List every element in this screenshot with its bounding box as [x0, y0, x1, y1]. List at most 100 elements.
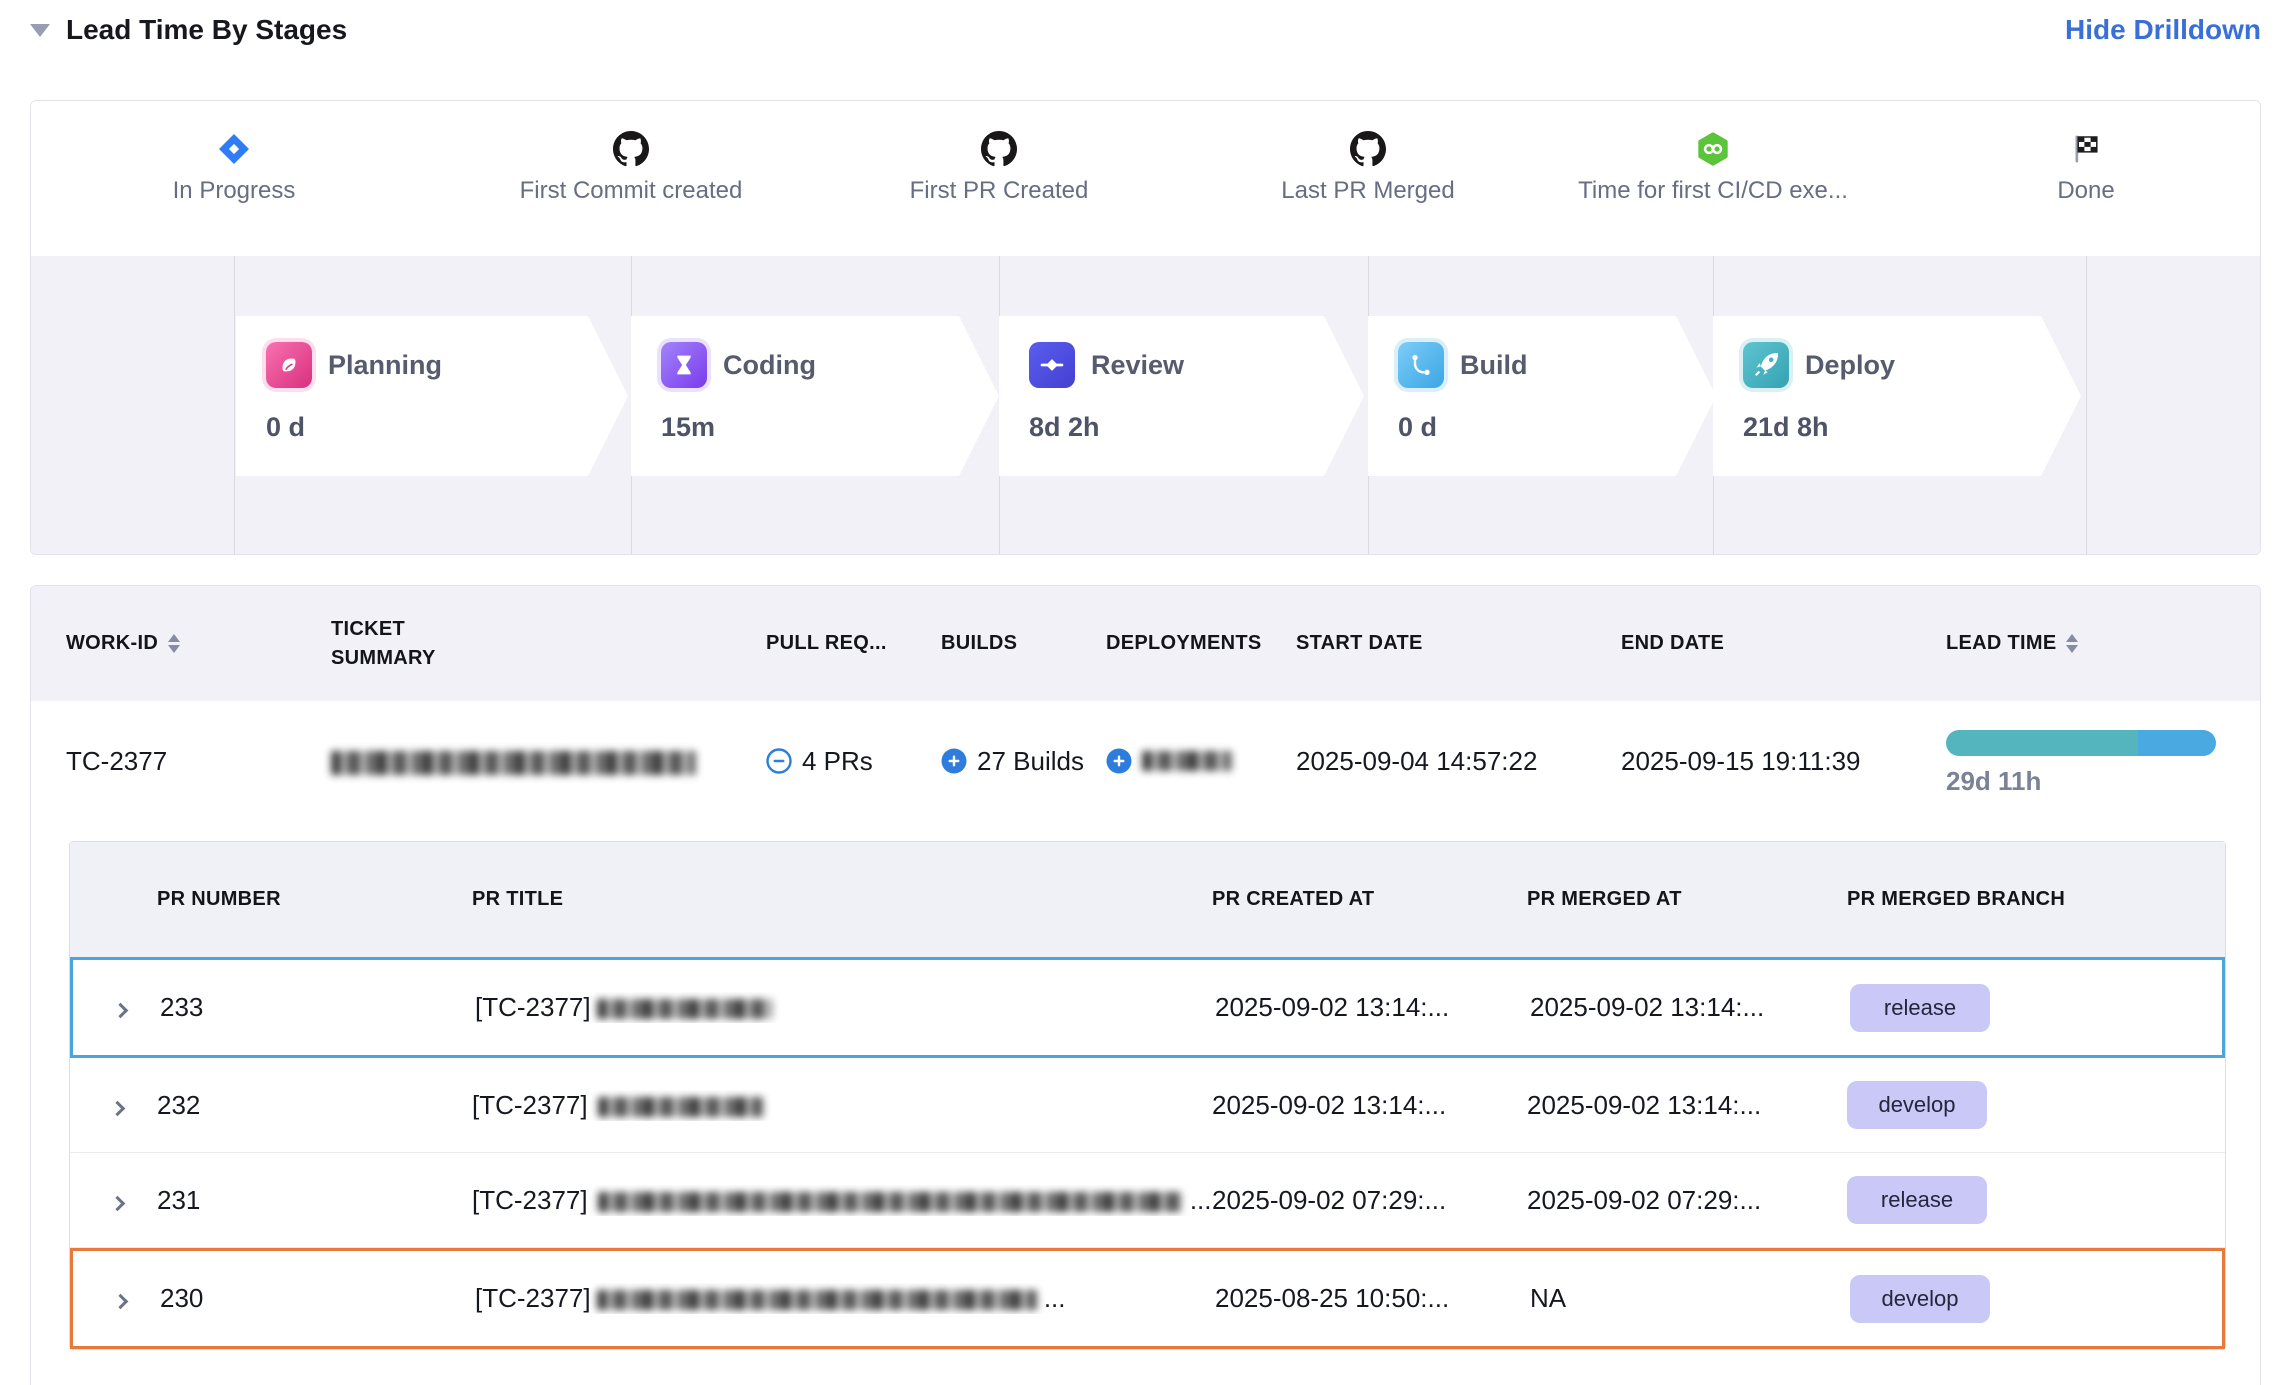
stage-duration: 0 d — [266, 412, 628, 443]
column-work-id[interactable]: WORK-ID — [66, 632, 331, 655]
pr-row-230[interactable]: 230 [TC-2377] ... 2025-08-25 10:50:... N… — [70, 1248, 2225, 1349]
branch-badge: release — [1850, 984, 1990, 1032]
deployments-toggle[interactable] — [1106, 748, 1296, 774]
pr-title: [TC-2377] — [475, 992, 1215, 1023]
hourglass-icon — [661, 342, 707, 388]
page-title: Lead Time By Stages — [66, 14, 347, 46]
column-start-date: START DATE — [1296, 632, 1423, 655]
pr-created-at: 2025-09-02 07:29:... — [1212, 1185, 1527, 1216]
redacted-pr-title — [598, 1097, 763, 1117]
planning-icon — [266, 342, 312, 388]
lead-time-value: 29d 11h — [1946, 766, 2260, 797]
redacted-pr-title — [597, 999, 772, 1019]
github-icon — [819, 127, 1179, 171]
milestone-last-pr-merged: Last PR Merged — [1188, 101, 1548, 205]
pr-merged-at: NA — [1530, 1283, 1850, 1314]
plus-circle-icon[interactable] — [941, 748, 967, 774]
pr-merged-at: 2025-09-02 13:14:... — [1527, 1090, 1847, 1121]
stage-divider — [2086, 256, 2087, 554]
pr-number: 231 — [157, 1185, 472, 1216]
github-icon — [451, 127, 811, 171]
sort-icon[interactable] — [168, 634, 180, 653]
milestone-done: Done — [1906, 101, 2261, 205]
drilldown-header: Lead Time By Stages Hide Drilldown — [30, 8, 2261, 52]
work-table-header: WORK-ID TICKET SUMMARY PULL REQ... BUILD… — [31, 586, 2260, 701]
pr-title: [TC-2377] ... — [472, 1185, 1212, 1216]
pr-table-header: PR NUMBER PR TITLE PR CREATED AT PR MERG… — [70, 842, 2225, 957]
plus-circle-icon[interactable] — [1106, 748, 1132, 774]
column-builds: BUILDS — [941, 632, 1017, 655]
commit-node-icon — [1029, 342, 1075, 388]
jira-status-icon — [54, 127, 414, 171]
pr-merged-at: 2025-09-02 07:29:... — [1527, 1185, 1847, 1216]
stage-duration: 0 d — [1398, 412, 1716, 443]
milestone-cicd: Time for first CI/CD exe... — [1533, 101, 1893, 205]
stage-duration: 15m — [661, 412, 999, 443]
stage-card-coding: Coding 15m — [631, 316, 999, 476]
stage-card-review: Review 8d 2h — [999, 316, 1364, 476]
milestone-first-commit: First Commit created — [451, 101, 811, 205]
stages-track: Planning 0 d Coding 15m Review 8d 2h — [31, 256, 2260, 554]
column-pull-requests: PULL REQ... — [766, 632, 887, 655]
pr-title: [TC-2377] — [472, 1090, 1212, 1121]
ticket-summary-cell — [331, 746, 766, 777]
pr-created-at: 2025-09-02 13:14:... — [1212, 1090, 1527, 1121]
expand-chevron-icon[interactable] — [113, 1003, 129, 1019]
end-date-cell: 2025-09-15 19:11:39 — [1621, 746, 1946, 777]
stage-duration: 8d 2h — [1029, 412, 1364, 443]
pr-merged-at: 2025-09-02 13:14:... — [1530, 992, 1850, 1023]
column-ticket-summary: TICKET SUMMARY — [331, 615, 461, 673]
redacted-deployments — [1142, 751, 1232, 771]
redacted-pr-title — [597, 1290, 1037, 1310]
pr-row-231[interactable]: 231 [TC-2377] ... 2025-09-02 07:29:... 2… — [70, 1153, 2225, 1248]
branch-badge: develop — [1850, 1275, 1990, 1323]
branch-badge: release — [1847, 1176, 1987, 1224]
expand-chevron-icon[interactable] — [113, 1294, 129, 1310]
pr-number: 230 — [160, 1283, 475, 1314]
start-date-cell: 2025-09-04 14:57:22 — [1296, 746, 1621, 777]
pr-created-at: 2025-09-02 13:14:... — [1215, 992, 1530, 1023]
column-pr-title: PR TITLE — [472, 888, 563, 910]
redacted-pr-title — [598, 1192, 1183, 1212]
work-item-row: TC-2377 4 PRs 27 Builds 2025-09-04 14:57… — [31, 701, 2260, 821]
work-id-cell: TC-2377 — [66, 746, 331, 777]
milestone-in-progress: In Progress — [54, 101, 414, 205]
stage-card-build: Build 0 d — [1368, 316, 1716, 476]
pr-title: [TC-2377] ... — [475, 1283, 1215, 1314]
lead-time-cell: 29d 11h — [1946, 726, 2260, 797]
stage-divider — [234, 256, 235, 554]
redacted-ticket-summary — [331, 751, 696, 775]
lead-time-bar — [1946, 730, 2216, 756]
sort-icon[interactable] — [2066, 634, 2078, 653]
cicd-icon — [1533, 127, 1893, 171]
branch-badge: develop — [1847, 1081, 1987, 1129]
stage-card-deploy: Deploy 21d 8h — [1713, 316, 2081, 476]
column-pr-merged-branch: PR MERGED BRANCH — [1847, 888, 2065, 910]
pull-requests-toggle[interactable]: 4 PRs — [766, 746, 941, 777]
lead-time-stages-panel: In Progress First Commit created First P… — [30, 100, 2261, 555]
column-end-date: END DATE — [1621, 632, 1724, 655]
minus-circle-icon[interactable] — [766, 748, 792, 774]
pr-table: PR NUMBER PR TITLE PR CREATED AT PR MERG… — [69, 841, 2226, 1350]
expand-chevron-icon[interactable] — [110, 1100, 126, 1116]
milestone-first-pr: First PR Created — [819, 101, 1179, 205]
collapse-triangle-icon[interactable] — [30, 24, 50, 37]
column-pr-created-at: PR CREATED AT — [1212, 888, 1374, 910]
pr-created-at: 2025-08-25 10:50:... — [1215, 1283, 1530, 1314]
hide-drilldown-link[interactable]: Hide Drilldown — [2065, 14, 2261, 46]
pr-row-232[interactable]: 232 [TC-2377] 2025-09-02 13:14:... 2025-… — [70, 1058, 2225, 1153]
column-pr-number: PR NUMBER — [157, 888, 281, 910]
stage-duration: 21d 8h — [1743, 412, 2081, 443]
pr-number: 233 — [160, 992, 475, 1023]
column-lead-time[interactable]: LEAD TIME — [1946, 632, 2260, 655]
milestone-row: In Progress First Commit created First P… — [31, 101, 2260, 256]
expand-chevron-icon[interactable] — [110, 1195, 126, 1211]
github-icon — [1188, 127, 1548, 171]
stage-card-planning: Planning 0 d — [236, 316, 628, 476]
branch-icon — [1398, 342, 1444, 388]
pr-number: 232 — [157, 1090, 472, 1121]
rocket-icon — [1743, 342, 1789, 388]
column-pr-merged-at: PR MERGED AT — [1527, 888, 1682, 910]
builds-toggle[interactable]: 27 Builds — [941, 746, 1106, 777]
pr-row-233[interactable]: 233 [TC-2377] 2025-09-02 13:14:... 2025-… — [70, 957, 2225, 1058]
